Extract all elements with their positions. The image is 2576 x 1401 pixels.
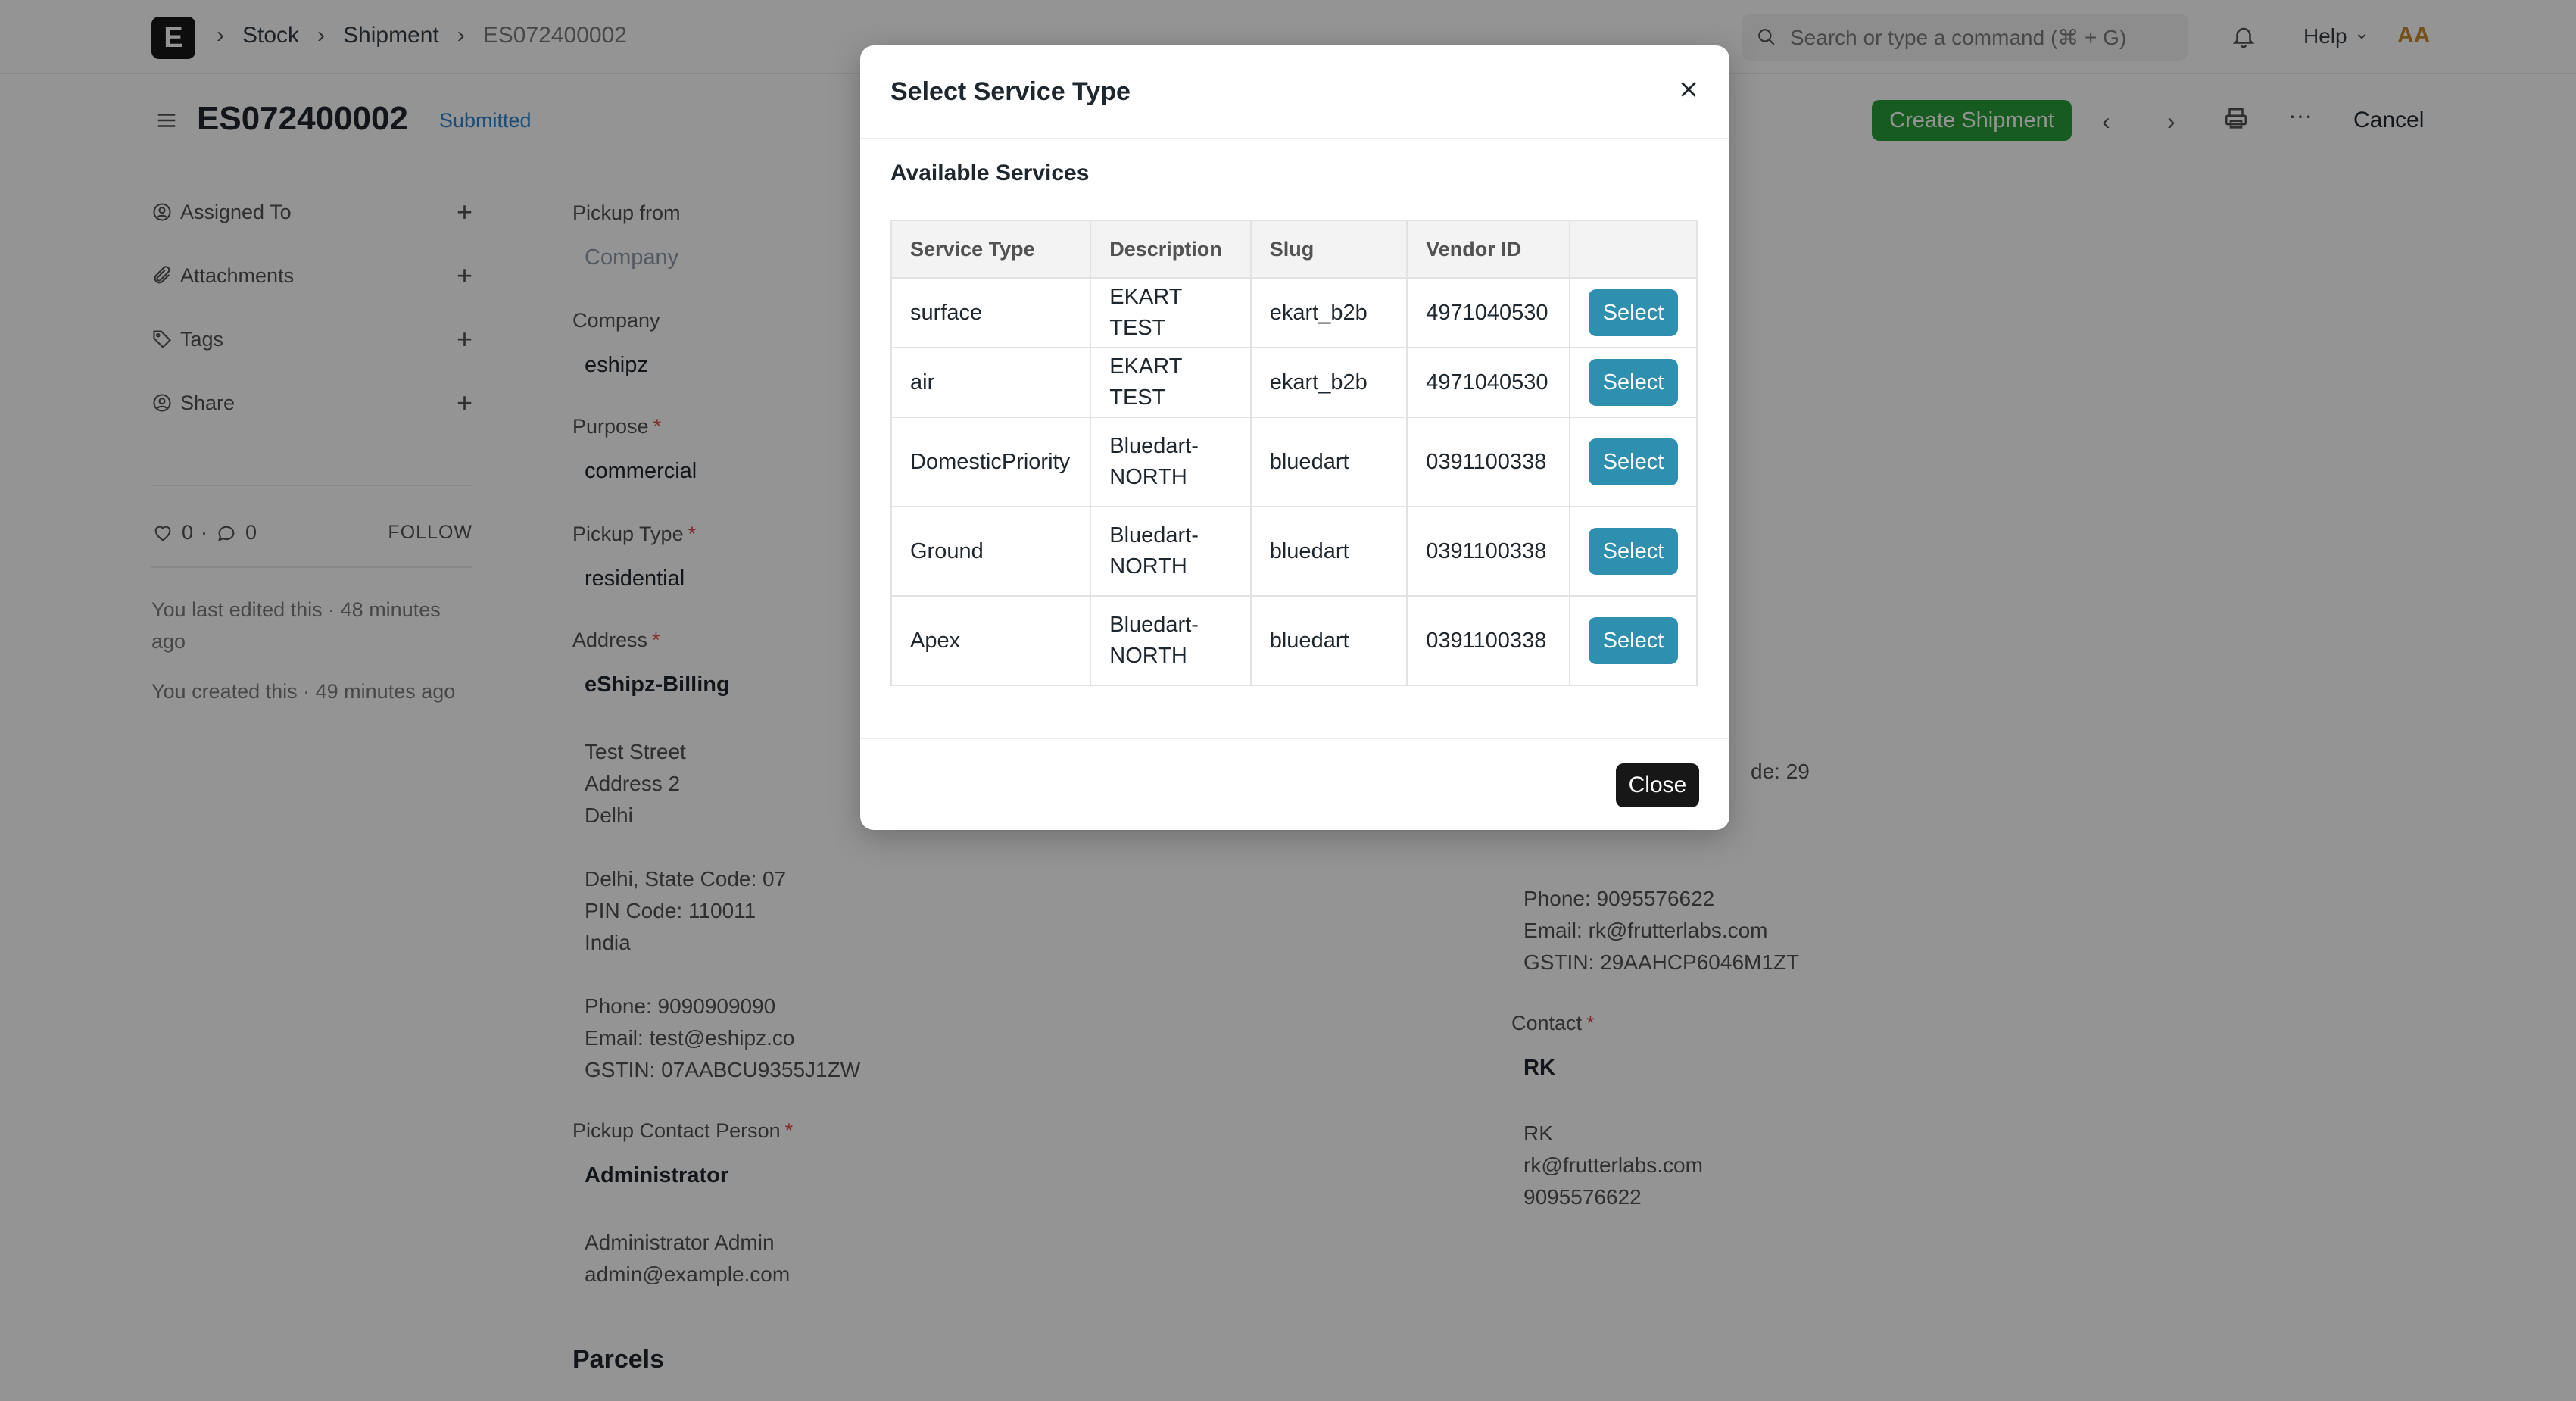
description-cell: EKART TEST [1090, 347, 1252, 418]
service-type-cell: air [890, 347, 1092, 418]
services-table: Service Type Description Slug Vendor ID … [890, 220, 1698, 686]
close-icon[interactable] [1670, 71, 1707, 108]
table-header-row: Service Type Description Slug Vendor ID [890, 220, 1698, 279]
select-service-type-dialog: Select Service Type Available Services S… [860, 45, 1729, 830]
action-cell: Select [1568, 277, 1698, 348]
description-cell: Bluedart-NORTH [1090, 417, 1252, 507]
modal-header: Select Service Type [860, 45, 1729, 139]
table-row: Ground Bluedart-NORTH bluedart 039110033… [890, 506, 1698, 597]
column-header-action [1568, 220, 1698, 279]
action-cell: Select [1568, 595, 1698, 686]
vendor-id-cell: 4971040530 [1406, 277, 1570, 348]
select-button[interactable]: Select [1588, 438, 1678, 485]
slug-cell: ekart_b2b [1249, 277, 1408, 348]
slug-cell: ekart_b2b [1249, 347, 1408, 418]
table-row: DomesticPriority Bluedart-NORTH bluedart… [890, 417, 1698, 507]
service-type-cell: surface [890, 277, 1092, 348]
select-button[interactable]: Select [1588, 617, 1678, 664]
column-header-slug: Slug [1249, 220, 1408, 279]
service-type-cell: Ground [890, 506, 1092, 597]
table-row: Apex Bluedart-NORTH bluedart 0391100338 … [890, 595, 1698, 686]
slug-cell: bluedart [1249, 595, 1408, 686]
column-header-service-type: Service Type [890, 220, 1092, 279]
close-button[interactable]: Close [1616, 763, 1699, 807]
modal-title: Select Service Type [890, 77, 1131, 106]
modal-footer: Close [860, 738, 1729, 830]
select-button[interactable]: Select [1588, 359, 1678, 406]
select-button[interactable]: Select [1588, 528, 1678, 575]
column-header-vendor-id: Vendor ID [1406, 220, 1570, 279]
vendor-id-cell: 0391100338 [1406, 595, 1570, 686]
action-cell: Select [1568, 417, 1698, 507]
description-cell: Bluedart-NORTH [1090, 595, 1252, 686]
slug-cell: bluedart [1249, 417, 1408, 507]
available-services-label: Available Services [890, 161, 1090, 186]
select-button[interactable]: Select [1588, 289, 1678, 336]
action-cell: Select [1568, 506, 1698, 597]
vendor-id-cell: 0391100338 [1406, 506, 1570, 597]
table-row: surface EKART TEST ekart_b2b 4971040530 … [890, 277, 1698, 348]
service-type-cell: Apex [890, 595, 1092, 686]
vendor-id-cell: 0391100338 [1406, 417, 1570, 507]
table-row: air EKART TEST ekart_b2b 4971040530 Sele… [890, 347, 1698, 418]
action-cell: Select [1568, 347, 1698, 418]
description-cell: Bluedart-NORTH [1090, 506, 1252, 597]
description-cell: EKART TEST [1090, 277, 1252, 348]
service-type-cell: DomesticPriority [890, 417, 1092, 507]
column-header-description: Description [1090, 220, 1252, 279]
vendor-id-cell: 4971040530 [1406, 347, 1570, 418]
slug-cell: bluedart [1249, 506, 1408, 597]
